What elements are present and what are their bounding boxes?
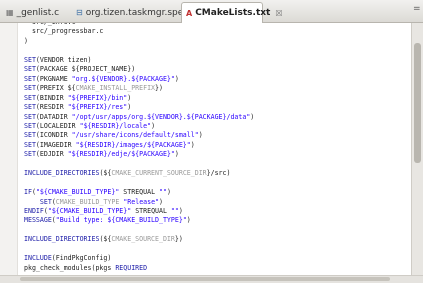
code-token-plain: }) — [155, 84, 163, 93]
code-line: src/_progressbar.c — [24, 26, 103, 36]
code-token-plain: ) — [24, 36, 28, 45]
spec-file-icon: ⊟ — [76, 8, 83, 17]
code-token-plain: (PREFIX ${ — [35, 84, 76, 93]
code-token-plain: ) — [198, 131, 203, 140]
code-token-plain: src/_progressbar.c — [24, 27, 104, 36]
code-token-plain: (BINDIR — [35, 93, 68, 102]
code-token-plain: STREQUAL — [119, 188, 160, 197]
code-token-var: CMAKE_CURRENT_SOURCE_DIR — [111, 169, 207, 178]
code-editor[interactable]: src/_info.c src/_progressbar.c)SET(VENDO… — [18, 23, 411, 275]
code-token-plain: ) — [174, 150, 179, 159]
tab-taskmgr-spec[interactable]: ⊟ org.tizen.taskmgr.spec — [72, 3, 188, 22]
code-token-str: "/usr/share/icons/default/small" — [71, 131, 199, 140]
code-token-str: "Build type: ${CMAKE_BUILD_TYPE}" — [55, 216, 187, 225]
code-token-str: "Release" — [123, 197, 160, 206]
tab-cmakelists[interactable]: A CMakeLists.txt ☒ — [181, 2, 283, 23]
tab-label: CMakeLists.txt — [195, 8, 271, 18]
code-token-kw: SET — [24, 93, 36, 102]
tab-label: _genlist.c — [16, 7, 60, 18]
code-token-plain: (FindPkgConfig) — [51, 254, 112, 263]
code-token-kw: SET — [24, 74, 36, 83]
code-token-kw: SET — [24, 55, 36, 64]
code-token-kw: ENDIF — [24, 207, 44, 215]
cmake-file-icon: A — [186, 8, 193, 18]
code-token-plain: STREQUAL — [131, 207, 171, 215]
code-token-plain: ) — [159, 197, 164, 206]
code-token-str: "${RESDIR}/locale" — [79, 121, 152, 130]
code-line: INCLUDE_DIRECTORIES(${CMAKE_CURRENT_SOUR… — [24, 168, 230, 178]
code-token-kw: SET — [24, 65, 36, 74]
code-token-kw: SET — [24, 150, 36, 159]
code-token-plain: ) — [127, 93, 132, 102]
code-token-plain: (${ — [99, 235, 112, 244]
code-token-plain: ) — [174, 74, 179, 83]
editor-ruler — [0, 23, 18, 275]
code-token-kw: INCLUDE_DIRECTORIES — [24, 169, 100, 178]
code-token-kw: IF — [24, 188, 32, 197]
code-token-var: CMAKE_SOURCE_DIR — [111, 235, 175, 244]
code-token-var: CMAKE_BUILD_TYPE — [55, 197, 120, 206]
code-token-kw: SET — [24, 103, 36, 112]
code-token-str: "${CMAKE_BUILD_TYPE}" — [35, 188, 120, 197]
code-token-plain: ) — [151, 121, 156, 130]
vertical-scrollbar[interactable] — [411, 23, 423, 275]
code-token-plain: ) — [127, 103, 132, 112]
code-token-plain: (${ — [99, 169, 112, 178]
code-token-kw: SET — [39, 197, 52, 206]
code-token-str: "${RESDIR}/images/${PACKAGE}" — [75, 140, 191, 149]
code-line: ) — [24, 36, 28, 46]
code-token-kw: INCLUDE_DIRECTORIES — [24, 235, 100, 244]
code-token-str: "${CMAKE_BUILD_TYPE}" — [47, 207, 132, 215]
eclipse-editor-window: ▦ _genlist.c ⊟ org.tizen.taskmgr.spec A … — [0, 0, 423, 283]
code-token-plain: (VENDOR tizen) — [35, 55, 92, 64]
code-token-kw: SET — [24, 131, 36, 140]
code-token-plain: ) — [190, 140, 195, 149]
code-token-kw: MESSAGE — [24, 216, 52, 225]
code-token-str: "${RESDIR}/edje/${PACKAGE}" — [67, 150, 175, 159]
code-token-str: "" — [170, 207, 179, 215]
code-token-plain: (PKGNAME — [35, 74, 72, 83]
code-line: SET(EDJDIR "${RESDIR}/edje/${PACKAGE}") — [24, 149, 179, 159]
code-token-plain: }) — [174, 235, 183, 244]
code-token-kw: INCLUDE — [24, 254, 52, 263]
code-token-str: "org.${VENDOR}.${PACKAGE}" — [71, 74, 175, 83]
code-token-str: "" — [159, 188, 167, 197]
code-token-plain: (RESDIR — [35, 103, 68, 112]
code-token-var: CMAKE_INSTALL_PREFIX — [75, 84, 156, 93]
close-icon[interactable]: ☒ — [275, 9, 282, 18]
tab-label: org.tizen.taskmgr.spec — [85, 7, 189, 18]
code-token-plain: pkg_check_modules(pkgs — [24, 263, 116, 272]
code-token-kw: SET — [24, 140, 36, 149]
code-token-plain: ) — [186, 216, 191, 225]
code-token-plain: (PACKAGE ${PROJECT_NAME}) — [35, 65, 136, 74]
code-token-kw: SET — [24, 112, 36, 121]
code-token-plain: ) — [166, 188, 171, 197]
code-token-plain: }/src) — [206, 169, 231, 178]
code-token-plain: (DATADIR — [35, 112, 72, 121]
code-token-kw: REQUIRED — [115, 263, 148, 272]
c-file-icon: ▦ — [6, 8, 14, 17]
code-token-kw: SET — [24, 121, 36, 130]
code-token-plain: (EDJDIR — [35, 150, 68, 159]
code-token-kw: SET — [24, 84, 36, 93]
code-token-plain: ) — [250, 112, 255, 121]
code-token-plain: (ICONDIR — [35, 131, 72, 140]
minimize-icon[interactable]: = — [413, 4, 421, 14]
vertical-scroll-thumb[interactable] — [414, 43, 421, 163]
code-token-str: "${PREFIX}/res" — [67, 103, 128, 112]
code-token-plain: (IMAGEDIR — [35, 140, 76, 149]
editor-tab-bar: ▦ _genlist.c ⊟ org.tizen.taskmgr.spec A … — [0, 0, 423, 23]
code-token-plain: (LOCALEDIR — [35, 121, 80, 130]
code-line: INCLUDE_DIRECTORIES(${CMAKE_SOURCE_DIR}) — [24, 234, 183, 244]
code-line: MESSAGE("Build type: ${CMAKE_BUILD_TYPE}… — [24, 215, 191, 225]
tab-genlist-c[interactable]: ▦ _genlist.c — [2, 3, 70, 22]
code-token-str: "${PREFIX}/bin" — [67, 93, 128, 102]
horizontal-scroll-thumb[interactable] — [20, 277, 390, 281]
code-token-str: "/opt/usr/apps/org.${VENDOR}.${PACKAGE}/… — [71, 112, 251, 121]
code-token-plain: ) — [178, 207, 183, 215]
